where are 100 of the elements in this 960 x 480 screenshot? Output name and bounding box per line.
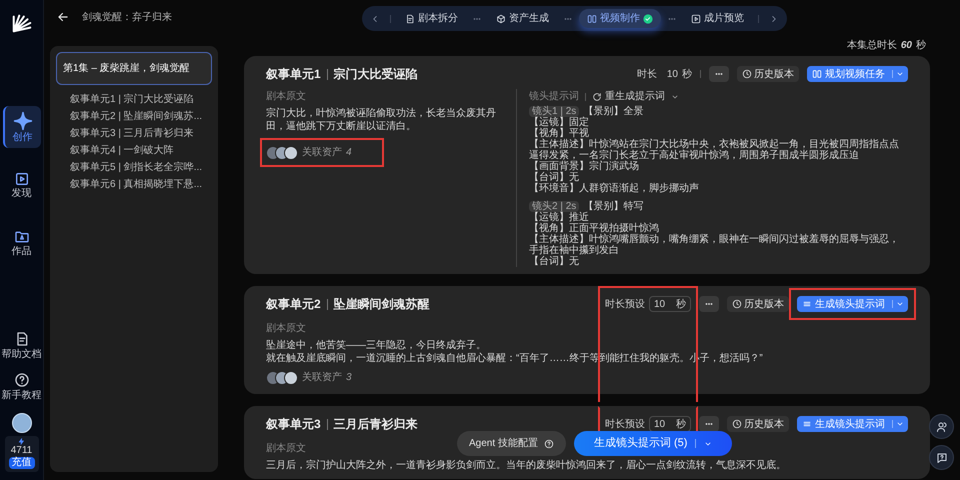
- total-duration-unit: 秒: [916, 38, 926, 52]
- unit-title: 坠崖瞬间剑魂苏醒: [334, 296, 430, 313]
- episode-item[interactable]: 第1集 – 废柴跳崖，剑魂觉醒: [56, 52, 212, 85]
- nav-item[interactable]: 创作: [2, 106, 40, 148]
- asset-thumbnail: [284, 370, 298, 384]
- refresh-icon: [592, 92, 602, 102]
- duration-value: 10: [666, 68, 678, 82]
- shot-detail: 【视角】平视: [529, 128, 590, 139]
- script-text: 三月后，宗门护山大阵之外，一道青衫身影负剑而立。当年的废柴叶惊鸿回来了，眉心一点剑纹流转，气息深不见底。: [266, 459, 787, 472]
- recharge-button[interactable]: 充值: [8, 457, 34, 469]
- step-tab[interactable]: 成片预览: [683, 9, 752, 28]
- shot-detail: 【运镜】推近: [529, 212, 590, 223]
- script-text: 坠崖途中，他苦笑——三年隐忍，今日终成弃子。: [266, 339, 487, 352]
- unit-item[interactable]: 叙事单元6 | 真相揭晓埋下悬...: [66, 178, 212, 191]
- step-tab[interactable]: 剧本拆分: [397, 9, 466, 28]
- check-circle-icon: [643, 14, 653, 24]
- linked-assets-count: 4: [346, 146, 352, 160]
- unit-title: 三月后青衫归来: [334, 416, 418, 433]
- step-tab[interactable]: 资产生成: [488, 9, 557, 28]
- shot-detail: 【环境音】人群窃语渐起，脚步挪动声: [529, 183, 700, 194]
- lightning-icon: [18, 438, 25, 445]
- caret-icon: [896, 420, 904, 428]
- section-label: 剧本原文: [266, 90, 306, 104]
- shot-detail: 【台词】无: [529, 256, 580, 267]
- project-title: 剑魂觉醒：弃子归来: [82, 10, 172, 24]
- help-icon: [544, 438, 554, 448]
- logo-icon: [10, 12, 32, 34]
- unit-number: 叙事单元2: [266, 296, 321, 313]
- list-icon: [802, 299, 812, 309]
- clock-icon: [732, 299, 742, 309]
- history-button[interactable]: 历史版本: [727, 416, 789, 432]
- nav-item[interactable]: 发现: [2, 164, 40, 206]
- cube-icon: [496, 14, 506, 24]
- action-button[interactable]: 生成镜头提示词: [797, 416, 908, 432]
- more-button[interactable]: [699, 416, 719, 432]
- history-button[interactable]: 历史版本: [727, 296, 789, 312]
- sparkle-icon: [12, 111, 32, 131]
- play-badge-icon: [14, 171, 30, 187]
- unit-item[interactable]: 叙事单元2 | 坠崖瞬间剑魂苏...: [66, 110, 212, 123]
- linked-assets-label: 关联资产: [302, 146, 342, 160]
- feedback-button[interactable]: [929, 445, 954, 470]
- shot-detail: 【运镜】固定: [529, 117, 590, 128]
- duration-label: 时长预设: [605, 298, 645, 312]
- play-icon: [691, 14, 701, 24]
- back-button[interactable]: [56, 10, 70, 24]
- folder-icon: [14, 229, 30, 245]
- step-tab[interactable]: 视频制作: [579, 9, 661, 28]
- clock-icon: [742, 69, 752, 79]
- unit-item[interactable]: 叙事单元5 | 剑指长老全宗哗...: [66, 161, 212, 174]
- script-text: 宗门大比，叶惊鸿被诬陷偷取功法，长老当众废其丹田，逼他跳下万丈断崖以证清白。: [266, 107, 497, 133]
- linked-assets-count: 3: [346, 371, 352, 385]
- back-arrow-icon: [56, 10, 70, 24]
- film-icon: [587, 14, 597, 24]
- section-label: 剧本原文: [266, 442, 306, 456]
- contacts-button[interactable]: [929, 414, 954, 439]
- duration-input[interactable]: 10 秒: [649, 296, 691, 312]
- clock-icon: [732, 419, 742, 429]
- feedback-icon: [936, 452, 948, 464]
- total-duration-value: 60: [900, 38, 912, 52]
- shot-detail: 【主体描述】叶惊鸿站在宗门大比场中央，衣袍被风掀起一角，目光被四周指指点点逼得发紧，一名宗门长老立于高处审视叶惊鸿，周围弟子围成半圆形成压迫: [529, 139, 900, 161]
- action-button[interactable]: 规划视频任务: [807, 66, 908, 82]
- duration-label: 时长: [636, 68, 657, 82]
- caret-icon: [896, 70, 904, 78]
- shot-detail: 【主体描述】叶惊鸿嘴唇颤动，嘴角绷紧，眼神在一瞬间闪过被羞辱的屈辱与强忍，手指在袖中攥到发白: [529, 234, 900, 256]
- shot-tag: 镜头2 | 2s: [529, 201, 580, 212]
- shot-detail: 【视角】正面平视拍摄叶惊鸿: [529, 223, 660, 234]
- linked-assets-label: 关联资产: [302, 370, 342, 385]
- unit-title: 宗门大比受诬陷: [334, 66, 418, 83]
- action-button[interactable]: 生成镜头提示词: [797, 296, 908, 312]
- shot-tag: 镜头1 | 2s: [529, 106, 580, 117]
- user-avatar[interactable]: [12, 413, 32, 433]
- section-label: 镜头提示词: [529, 90, 579, 104]
- nav-item[interactable]: 作品: [2, 222, 40, 264]
- regenerate-button[interactable]: 重生成提示词: [592, 89, 665, 104]
- more-button[interactable]: [699, 296, 719, 312]
- film-icon: [812, 69, 822, 79]
- shot-detail: 【景别】全景: [583, 106, 644, 117]
- more-button[interactable]: [709, 66, 729, 82]
- help-icon: [14, 372, 30, 388]
- unit-item[interactable]: 叙事单元3 | 三月后青衫归来: [66, 127, 212, 140]
- generate-all-button[interactable]: 生成镜头提示词 (5): [574, 431, 732, 456]
- help-link[interactable]: 帮助文档: [2, 331, 42, 360]
- agent-config-button[interactable]: Agent 技能配置: [457, 431, 566, 456]
- asset-thumbnail: [284, 146, 298, 160]
- history-button[interactable]: 历史版本: [737, 66, 799, 82]
- shot-detail: 【台词】无: [529, 172, 580, 183]
- help-link[interactable]: 新手教程: [2, 372, 42, 401]
- unit-item[interactable]: 叙事单元4 | 一剑破大阵: [66, 144, 212, 157]
- duration-unit: 秒: [682, 68, 692, 82]
- people-icon: [936, 420, 948, 432]
- duration-label: 时长预设: [605, 418, 645, 432]
- unit-number: 叙事单元3: [266, 416, 321, 433]
- section-label: 剧本原文: [266, 322, 306, 336]
- unit-item[interactable]: 叙事单元1 | 宗门大比受诬陷: [66, 93, 212, 106]
- shot-detail: 【画面背景】宗门演武场: [529, 161, 640, 172]
- total-duration-label: 本集总时长: [846, 38, 897, 52]
- list-icon: [802, 419, 812, 429]
- unit-number: 叙事单元1: [266, 66, 321, 83]
- document-icon: [405, 14, 415, 24]
- caret-icon: [896, 300, 904, 308]
